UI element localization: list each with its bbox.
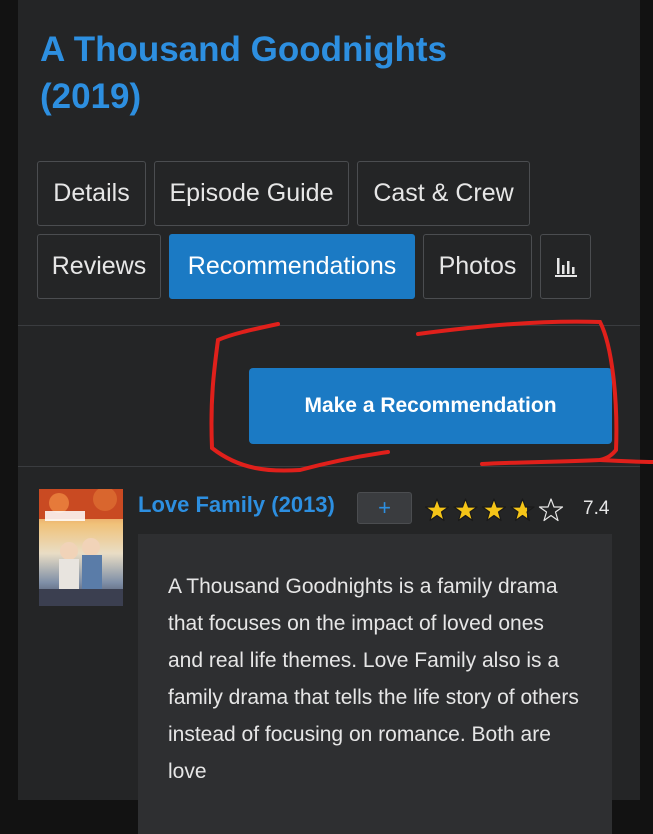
make-recommendation-button[interactable]: Make a Recommendation: [249, 368, 612, 444]
page-title: A Thousand Goodnights (2019): [40, 30, 447, 116]
star-icon: [425, 498, 450, 522]
star-icon: [481, 498, 507, 522]
star-icon: [453, 498, 478, 522]
tab-details[interactable]: Details: [37, 161, 146, 226]
poster-thumbnail[interactable]: [39, 489, 123, 606]
add-to-list-button[interactable]: +: [357, 492, 412, 524]
tab-episode-guide[interactable]: Episode Guide: [154, 161, 349, 226]
bar-chart-icon: [554, 257, 577, 277]
tab-statistics[interactable]: [540, 234, 591, 299]
rating-value: 7.4: [583, 498, 610, 519]
divider: [18, 466, 640, 467]
divider: [18, 325, 640, 326]
tab-cast-crew[interactable]: Cast & Crew: [357, 161, 530, 226]
tab-recommendations[interactable]: Recommendations: [169, 234, 415, 299]
tab-reviews[interactable]: Reviews: [37, 234, 161, 299]
star-icon: [538, 498, 564, 522]
recommendation-title-link[interactable]: Love Family (2013): [138, 492, 335, 518]
tab-photos[interactable]: Photos: [423, 234, 532, 299]
recommendation-review-text: A Thousand Goodnights is a family drama …: [168, 575, 579, 783]
star-icon: [510, 498, 535, 522]
star-rating: [425, 497, 570, 523]
